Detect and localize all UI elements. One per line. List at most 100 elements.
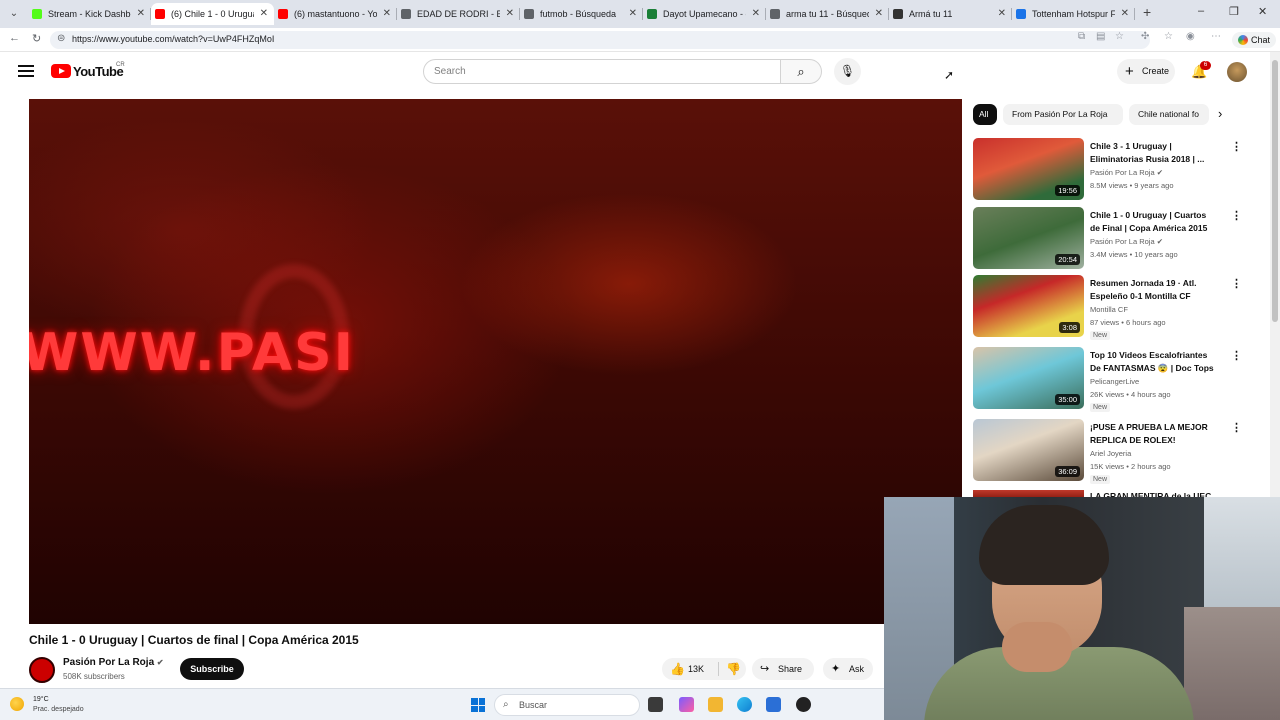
- task-view-icon[interactable]: [648, 697, 663, 712]
- reload-icon[interactable]: ↻: [32, 32, 41, 45]
- weather-sun-icon[interactable]: [10, 697, 24, 711]
- tab-close-icon[interactable]: ✕: [137, 3, 145, 25]
- search-icon[interactable]: ⌕: [780, 59, 822, 84]
- chip-all[interactable]: All: [973, 104, 997, 125]
- browser-tab[interactable]: arma tu 11 - Búsqueda ✕: [766, 3, 889, 25]
- browser-tab[interactable]: Tottenham Hotspur FC ✕: [1012, 3, 1135, 25]
- recommendation-channel-text[interactable]: Ariel Joyeria: [1090, 449, 1131, 458]
- channel-name-text[interactable]: Pasión Por La Roja: [63, 657, 154, 668]
- recommendation-title[interactable]: Chile 1 - 0 Uruguay | Cuartos de Final |…: [1090, 209, 1218, 235]
- browser-tab[interactable]: EDAD DE RODRI - Búsqueda ✕: [397, 3, 520, 25]
- tab-close-icon[interactable]: ✕: [1121, 3, 1129, 25]
- account-avatar[interactable]: [1227, 62, 1247, 82]
- video-player[interactable]: WWW.PASI: [29, 99, 962, 624]
- youtube-logo-icon[interactable]: [51, 64, 71, 78]
- channel-name[interactable]: Pasión Por La Roja ✔: [63, 657, 164, 668]
- scrollbar-thumb[interactable]: [1272, 60, 1278, 322]
- like-icon[interactable]: 👍: [670, 658, 685, 680]
- recommendation-item[interactable]: 19:56 Chile 3 - 1 Uruguay | Eliminatorias…: [973, 138, 1253, 202]
- tab-close-icon[interactable]: ✕: [752, 3, 760, 25]
- recommendation-channel[interactable]: PelicangerLive: [1090, 377, 1139, 386]
- recommendation-item[interactable]: 35:00 Top 10 Videos Escalofriantes De FAN…: [973, 347, 1253, 412]
- chip-chile-national[interactable]: Chile national fo: [1129, 104, 1209, 125]
- hamburger-menu-icon[interactable]: [18, 65, 34, 77]
- weather-description[interactable]: Prac. despejado: [33, 706, 84, 713]
- browser-tab[interactable]: futmob - Búsqueda ✕: [520, 3, 643, 25]
- recommendation-title[interactable]: Resumen Jornada 19 · Atl. Espeleño 0-1 M…: [1090, 277, 1218, 303]
- bookmark-star-icon[interactable]: ☆: [1115, 31, 1124, 42]
- like-count[interactable]: 13K: [688, 658, 704, 680]
- file-explorer-icon[interactable]: [708, 697, 723, 712]
- profile-icon[interactable]: ◉: [1186, 31, 1195, 42]
- tab-close-icon[interactable]: ✕: [629, 3, 637, 25]
- install-app-icon[interactable]: ⧉: [1078, 31, 1085, 42]
- omnibox[interactable]: ⊜ https://www.youtube.com/watch?v=UwP4FH…: [50, 31, 1150, 49]
- tab-close-icon[interactable]: ✕: [260, 3, 268, 25]
- recommendation-channel[interactable]: Montilla CF: [1090, 305, 1128, 314]
- browser-tab[interactable]: Armá tu 11 ✕: [889, 3, 1012, 25]
- recommendation-thumbnail[interactable]: 19:56: [973, 138, 1084, 200]
- share-button[interactable]: ↪ Share: [752, 658, 814, 680]
- subscribe-button[interactable]: Subscribe: [180, 658, 244, 680]
- tab-close-icon[interactable]: ✕: [506, 3, 514, 25]
- browser-tab[interactable]: Stream - Kick Dashboard ✕: [28, 3, 151, 25]
- recommendation-channel-text[interactable]: Pasión Por La Roja: [1090, 168, 1155, 177]
- create-button[interactable]: Create: [1117, 59, 1175, 84]
- microphone-icon[interactable]: 🎙: [834, 58, 861, 85]
- more-menu-icon[interactable]: ⋯: [1211, 31, 1221, 42]
- tab-close-icon[interactable]: ✕: [383, 3, 391, 25]
- recommendation-channel[interactable]: Pasión Por La Roja ✔: [1090, 168, 1163, 177]
- recommendation-thumbnail[interactable]: 20:54: [973, 207, 1084, 269]
- browser-tab[interactable]: (6) Chile 1 - 0 Uruguay | C ✕: [151, 3, 274, 25]
- verified-icon: ✔: [1156, 237, 1164, 246]
- recommendation-channel-text[interactable]: Montilla CF: [1090, 305, 1128, 314]
- recommendation-title[interactable]: Chile 3 - 1 Uruguay | Eliminatorias Rusi…: [1090, 140, 1218, 166]
- chevron-right-icon[interactable]: ›: [1218, 106, 1222, 121]
- recommendation-title[interactable]: Top 10 Videos Escalofriantes De FANTASMA…: [1090, 349, 1218, 375]
- site-info-icon[interactable]: ⊜: [57, 33, 65, 44]
- recommendation-title[interactable]: ¡PUSE A PRUEBA LA MEJOR REPLICA DE ROLEX…: [1090, 421, 1218, 447]
- more-options-icon[interactable]: ⋮: [1231, 140, 1242, 153]
- more-options-icon[interactable]: ⋮: [1231, 421, 1242, 434]
- more-options-icon[interactable]: ⋮: [1231, 349, 1242, 362]
- restore-icon[interactable]: ❐: [1229, 5, 1239, 18]
- channel-avatar[interactable]: [29, 657, 55, 683]
- recommendation-item[interactable]: 36:09 ¡PUSE A PRUEBA LA MEJOR REPLICA DE …: [973, 419, 1253, 484]
- recommendation-thumbnail[interactable]: 3:08: [973, 275, 1084, 337]
- obs-app-icon[interactable]: [796, 697, 811, 712]
- back-icon[interactable]: ←: [9, 32, 20, 44]
- more-options-icon[interactable]: ⋮: [1231, 277, 1242, 290]
- tab-close-icon[interactable]: ✕: [998, 3, 1006, 25]
- recommendation-thumbnail[interactable]: 36:09: [973, 419, 1084, 481]
- taskbar-search[interactable]: ⌕ Buscar: [494, 694, 640, 716]
- tab-search-icon[interactable]: ⌄: [6, 6, 22, 22]
- chip-from-channel[interactable]: From Pasión Por La Roja: [1003, 104, 1123, 125]
- favorites-icon[interactable]: ☆: [1164, 31, 1173, 42]
- plus-icon[interactable]: +: [1143, 4, 1151, 20]
- recommendation-item[interactable]: 3:08 Resumen Jornada 19 · Atl. Espeleño 0…: [973, 275, 1253, 340]
- more-options-icon[interactable]: ⋮: [1231, 209, 1242, 222]
- extensions-icon[interactable]: ✣: [1141, 31, 1149, 42]
- recommendation-channel-text[interactable]: PelicangerLive: [1090, 377, 1139, 386]
- weather-temperature[interactable]: 19°C: [33, 696, 49, 703]
- chat-button[interactable]: Chat: [1232, 32, 1276, 48]
- recommendation-channel[interactable]: Ariel Joyeria: [1090, 449, 1131, 458]
- minimize-icon[interactable]: –: [1198, 5, 1204, 17]
- url-text[interactable]: https://www.youtube.com/watch?v=UwP4FHZq…: [72, 34, 274, 44]
- recommendation-item[interactable]: 20:54 Chile 1 - 0 Uruguay | Cuartos de Fi…: [973, 207, 1253, 271]
- tab-close-icon[interactable]: ✕: [875, 3, 883, 25]
- browser-tab[interactable]: (6) mastantuono - YouTube ✕: [274, 3, 397, 25]
- ask-button[interactable]: ✦ Ask: [823, 658, 873, 680]
- recommendation-channel[interactable]: Pasión Por La Roja ✔: [1090, 237, 1163, 246]
- dislike-icon[interactable]: 👎: [726, 658, 741, 680]
- recommendation-channel-text[interactable]: Pasión Por La Roja: [1090, 237, 1155, 246]
- store-icon[interactable]: [766, 697, 781, 712]
- reader-icon[interactable]: ▤: [1096, 31, 1105, 42]
- recommendation-thumbnail[interactable]: 35:00: [973, 347, 1084, 409]
- windows-start-icon[interactable]: [471, 698, 485, 712]
- close-window-icon[interactable]: ✕: [1258, 5, 1267, 18]
- browser-tab[interactable]: Dayot Upamecano - est ✕: [643, 3, 766, 25]
- copilot-app-icon[interactable]: [679, 697, 694, 712]
- edge-browser-icon[interactable]: [737, 697, 752, 712]
- search-input[interactable]: Search: [423, 59, 781, 84]
